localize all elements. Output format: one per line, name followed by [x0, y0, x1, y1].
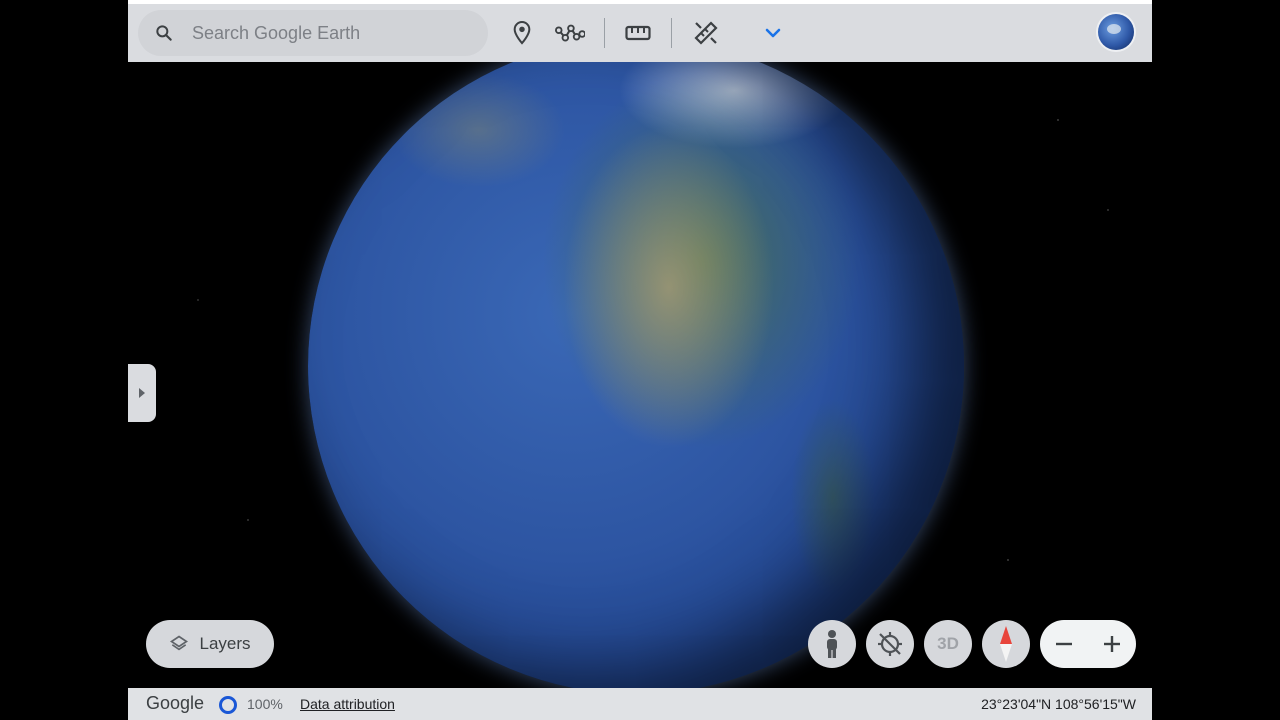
zoom-in-button[interactable] [1088, 620, 1136, 668]
loading-indicator-icon [219, 696, 237, 714]
earth-globe[interactable] [308, 38, 964, 694]
coordinates-readout: 23°23'04"N 108°56'15"W [981, 696, 1136, 712]
chevron-right-icon [139, 388, 145, 398]
google-logo: Google [146, 693, 205, 713]
toolbar-divider [671, 18, 672, 48]
ruler-icon[interactable] [622, 17, 654, 49]
search-box[interactable] [138, 10, 488, 56]
avatar[interactable] [1098, 14, 1134, 50]
search-input[interactable] [190, 21, 474, 45]
side-panel-toggle[interactable] [128, 364, 156, 422]
data-attribution-link[interactable]: Data attribution [300, 696, 395, 712]
status-bar: Google 100% Data attribution 23°23'04"N … [128, 688, 1152, 720]
load-percent: 100% [247, 696, 283, 712]
toolbar-divider [604, 18, 605, 48]
place-marker-icon[interactable] [506, 17, 538, 49]
top-toolbar [128, 4, 1152, 62]
pegman-icon [827, 630, 837, 658]
zoom-out-button[interactable] [1040, 620, 1088, 668]
layers-label: Layers [199, 634, 251, 653]
search-icon[interactable] [138, 23, 190, 43]
location-off-icon [878, 632, 902, 656]
zoom-control [1040, 620, 1136, 668]
minus-icon [1056, 642, 1072, 646]
chevron-down-icon[interactable] [757, 17, 789, 49]
path-icon[interactable] [554, 17, 586, 49]
toggle-3d-button[interactable]: 3D [924, 620, 972, 668]
earth-viewer[interactable]: Layers 3D Google 100% Data attribution 2… [128, 0, 1152, 720]
plus-icon [1104, 636, 1120, 652]
compass-icon [1000, 626, 1012, 662]
compass-button[interactable] [982, 620, 1030, 668]
my-location-button[interactable] [866, 620, 914, 668]
3d-label: 3D [937, 634, 959, 653]
street-view-button[interactable] [808, 620, 856, 668]
layers-button[interactable]: Layers [146, 620, 274, 668]
measure-icon[interactable] [690, 17, 722, 49]
layers-icon [170, 635, 189, 651]
